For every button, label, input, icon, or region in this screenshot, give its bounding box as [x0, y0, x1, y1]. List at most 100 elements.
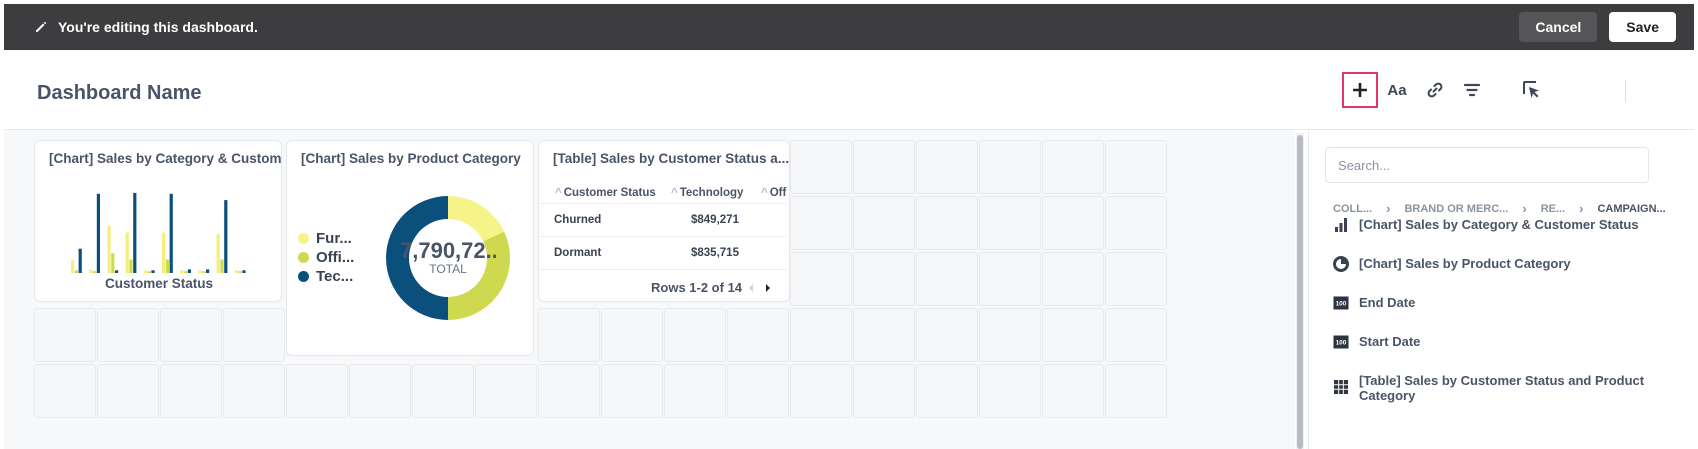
panel-item-start-date[interactable]: 100 Start Date	[1333, 334, 1420, 350]
bar[interactable]	[242, 270, 246, 273]
empty-grid-cell[interactable]	[853, 308, 915, 362]
empty-grid-cell[interactable]	[790, 252, 852, 306]
empty-grid-cell[interactable]	[1105, 308, 1167, 362]
empty-grid-cell[interactable]	[412, 364, 474, 418]
dashboard-title[interactable]: Dashboard Name	[37, 82, 202, 105]
bar-chart-card[interactable]: [Chart] Sales by Category & Custom... Cu…	[34, 140, 282, 302]
empty-grid-cell[interactable]	[916, 140, 978, 194]
empty-grid-cell[interactable]	[853, 252, 915, 306]
empty-grid-cell[interactable]	[1042, 140, 1104, 194]
dashboard-canvas[interactable]: [Chart] Sales by Category & Custom... Cu…	[4, 130, 1295, 449]
empty-grid-cell[interactable]	[727, 364, 789, 418]
donut-slice[interactable]	[448, 196, 505, 242]
bar[interactable]	[129, 259, 133, 274]
bar[interactable]	[238, 271, 242, 273]
empty-grid-cell[interactable]	[1105, 252, 1167, 306]
empty-grid-cell[interactable]	[1105, 196, 1167, 250]
empty-grid-cell[interactable]	[160, 364, 222, 418]
bar[interactable]	[71, 260, 75, 273]
empty-grid-cell[interactable]	[853, 196, 915, 250]
bar[interactable]	[184, 271, 188, 273]
empty-grid-cell[interactable]	[979, 364, 1041, 418]
empty-grid-cell[interactable]	[1042, 252, 1104, 306]
bar[interactable]	[115, 270, 119, 273]
empty-grid-cell[interactable]	[475, 364, 537, 418]
add-text-button[interactable]: Aa	[1379, 72, 1415, 108]
bar[interactable]	[180, 270, 184, 273]
bar[interactable]	[234, 270, 238, 273]
empty-grid-cell[interactable]	[979, 140, 1041, 194]
bar[interactable]	[133, 192, 137, 273]
filter-button[interactable]	[1454, 72, 1490, 108]
empty-grid-cell[interactable]	[1042, 196, 1104, 250]
breadcrumb-item[interactable]: RE...	[1541, 203, 1565, 215]
empty-grid-cell[interactable]	[853, 140, 915, 194]
empty-grid-cell[interactable]	[538, 308, 600, 362]
empty-grid-cell[interactable]	[538, 364, 600, 418]
empty-grid-cell[interactable]	[34, 364, 96, 418]
panel-item-sales-table[interactable]: [Table] Sales by Customer Status and Pro…	[1333, 373, 1653, 403]
bar[interactable]	[147, 271, 151, 273]
empty-grid-cell[interactable]	[979, 252, 1041, 306]
empty-grid-cell[interactable]	[664, 308, 726, 362]
bar[interactable]	[143, 270, 147, 273]
empty-grid-cell[interactable]	[979, 196, 1041, 250]
column-header-customer-status[interactable]: ^ Customer Status	[555, 187, 656, 199]
bar[interactable]	[151, 270, 155, 273]
empty-grid-cell[interactable]	[790, 308, 852, 362]
empty-grid-cell[interactable]	[790, 140, 852, 194]
bar[interactable]	[165, 259, 169, 274]
bar[interactable]	[206, 269, 210, 273]
empty-grid-cell[interactable]	[1042, 308, 1104, 362]
empty-grid-cell[interactable]	[790, 196, 852, 250]
next-page-icon[interactable]	[764, 283, 772, 293]
empty-grid-cell[interactable]	[286, 364, 348, 418]
empty-grid-cell[interactable]	[727, 308, 789, 362]
empty-grid-cell[interactable]	[916, 252, 978, 306]
bar[interactable]	[224, 200, 228, 273]
canvas-scrollbar-thumb[interactable]	[1297, 135, 1303, 449]
bar[interactable]	[111, 253, 115, 273]
panel-item-end-date[interactable]: 100 End Date	[1333, 295, 1415, 311]
empty-grid-cell[interactable]	[223, 308, 285, 362]
empty-grid-cell[interactable]	[790, 364, 852, 418]
bar[interactable]	[187, 269, 191, 273]
empty-grid-cell[interactable]	[853, 364, 915, 418]
donut-chart-card[interactable]: [Chart] Sales by Product Category Fur...…	[286, 140, 534, 356]
prev-page-icon[interactable]	[747, 283, 755, 293]
empty-grid-cell[interactable]	[601, 364, 663, 418]
bar[interactable]	[107, 226, 111, 273]
breadcrumb-item[interactable]: COLL...	[1333, 203, 1372, 215]
bar[interactable]	[96, 193, 100, 273]
empty-grid-cell[interactable]	[349, 364, 411, 418]
empty-grid-cell[interactable]	[223, 364, 285, 418]
breadcrumb-item[interactable]: BRAND OR MERC...	[1404, 203, 1508, 215]
add-tile-button[interactable]	[1342, 72, 1378, 108]
search-input[interactable]	[1325, 147, 1649, 183]
panel-item-sales-by-category-chart[interactable]: [Chart] Sales by Category & Customer Sta…	[1333, 217, 1639, 233]
empty-grid-cell[interactable]	[916, 364, 978, 418]
bar[interactable]	[220, 259, 224, 274]
empty-grid-cell[interactable]	[979, 308, 1041, 362]
bar[interactable]	[93, 271, 97, 273]
save-button[interactable]: Save	[1609, 12, 1676, 42]
empty-grid-cell[interactable]	[916, 196, 978, 250]
bar[interactable]	[89, 269, 93, 273]
empty-grid-cell[interactable]	[97, 308, 159, 362]
bar[interactable]	[169, 193, 173, 273]
empty-grid-cell[interactable]	[1105, 140, 1167, 194]
bar[interactable]	[78, 248, 82, 273]
empty-grid-cell[interactable]	[916, 308, 978, 362]
bar[interactable]	[216, 234, 220, 273]
cancel-button[interactable]: Cancel	[1519, 12, 1598, 42]
select-mode-button[interactable]	[1514, 72, 1550, 108]
panel-item-sales-by-product-chart[interactable]: [Chart] Sales by Product Category	[1333, 256, 1571, 272]
bar[interactable]	[162, 232, 166, 274]
column-header-technology[interactable]: ^ Technology	[671, 187, 743, 199]
bar[interactable]	[202, 271, 206, 273]
empty-grid-cell[interactable]	[601, 308, 663, 362]
add-link-button[interactable]	[1417, 72, 1453, 108]
table-card[interactable]: [Table] Sales by Customer Status a... ^ C…	[538, 140, 790, 302]
empty-grid-cell[interactable]	[160, 308, 222, 362]
column-header-office[interactable]: ^ Off	[761, 187, 786, 199]
